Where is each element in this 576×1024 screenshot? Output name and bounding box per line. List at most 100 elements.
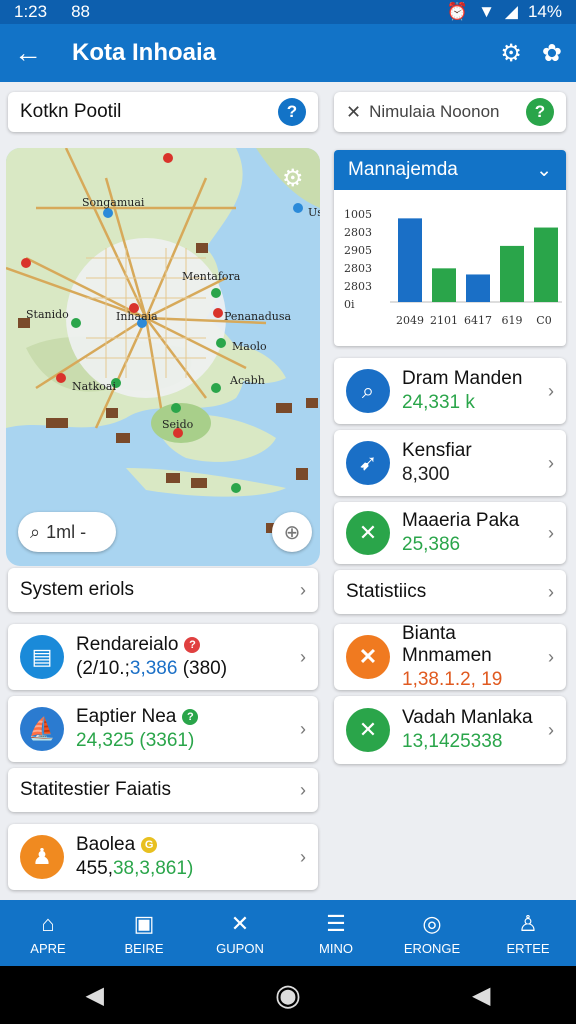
tools-icon: ✕ [346,708,390,752]
item-title: Baolea [76,834,136,855]
map-settings-icon[interactable]: ⚙ [282,164,304,193]
nav-label: ERONGE [403,940,461,956]
gear-icon[interactable]: ✿ [542,39,562,68]
compass-icon: ◎ [422,910,442,936]
chevron-right-icon: › [548,380,554,401]
map-search-button[interactable]: ⌕ 1ml - [18,512,116,552]
list-item[interactable]: ▤ Rendareialo ? (2/10.;3,386 (380) › [8,624,318,690]
app-bar: ← Kota Inhoaia ⚙ ✿ [0,24,576,82]
x-tick-label: 2101 [430,314,458,327]
page-title: Kota Inhoaia [72,39,217,66]
item-value: 24,331 k [402,392,475,413]
item-value-part: (2/10.; [76,658,130,679]
y-tick-label: 2905 [344,244,372,257]
back-arrow-icon[interactable]: ← [14,37,54,69]
statistics-label: Statistiics [346,581,427,602]
compass-icon: ➹ [346,441,390,485]
bottom-navigation: ⌂ APRE ▣ BEIRE ✕ GUPON ☰ MINO ◎ ERONGE ♙… [0,900,576,966]
nav-label: MINO [319,940,353,956]
nav-label: BEIRE [124,940,164,956]
boat-icon: ⛵ [20,707,64,751]
list-icon: ☰ [326,910,346,936]
x-tick-label: 2049 [396,314,424,327]
list-item[interactable]: ✕ Bianta Mnmamen 1,38.1.2, 19 › [334,623,566,690]
item-title: Rendareialo [76,634,179,655]
list-item[interactable]: ♟ Baolea G 455,38,3,861) › [8,824,318,890]
item-value-part: 38,3,861) [112,858,194,879]
location-search-field[interactable]: Kotkn Pootil ? [8,92,318,132]
chart-title: Mannajemda [348,159,458,180]
nav-label: APRE [30,940,66,956]
item-title: Bianta Mnmamen [402,623,492,666]
map-canvas [6,148,320,533]
statistics-row[interactable]: Statistiics › [334,570,566,614]
nav-label: GUPON [216,940,264,956]
system-row[interactable]: System eriols › [8,568,318,612]
item-value: 1,38.1.2, 19 [402,669,503,690]
chevron-right-icon: › [548,581,554,602]
list-item[interactable]: ✕ Vadah Manlaka 13,1425338 › [334,696,566,764]
list-item[interactable]: ➹ Kensfiar 8,300 › [334,430,566,496]
map-label: Penanadusa [224,310,292,323]
map-view[interactable]: ⚙ Songamuai Mentafora Stanido Inhaaia Pe… [6,148,320,566]
map-label: Stanido [26,308,69,321]
tools-icon: ✕ [230,910,250,936]
nav-profile[interactable]: ♙ ERTEE [480,900,576,966]
list-item[interactable]: ⛵ Eaptier Nea ? 24,325 (3361) › [8,696,318,762]
status-extra: 88 [71,2,91,21]
item-title: Vadah Manlaka [402,707,533,728]
statistics-row[interactable]: Statitestier Faiatis › [8,768,318,812]
y-tick-label: 2803 [344,262,372,275]
chart-area: 1005 2803 2905 2803 2803 0i 2049 2101 64… [334,190,566,346]
map-search-text: 1ml - [46,521,87,542]
chevron-right-icon: › [300,718,306,739]
status-time: 1:23 [14,2,48,21]
chevron-right-icon: › [300,846,306,867]
alarm-icon: ⏰ [446,2,469,21]
chart-bar [466,274,490,302]
map-label: Us [308,206,320,219]
nav-tools[interactable]: ✕ GUPON [192,900,288,966]
home-button-icon[interactable]: ◉ [275,978,301,1013]
status-bar: 1:23 88 ⏰ ▼ ◢ 14% [0,0,576,24]
chart-dropdown[interactable]: Mannajemda ⌄ [334,150,566,190]
chevron-right-icon: › [300,646,306,667]
item-title: Eaptier Nea [76,706,177,727]
recents-icon[interactable]: ◀ [472,981,490,1010]
x-tick-label: 619 [501,314,523,327]
settings-icon[interactable]: ⚙ [500,39,522,68]
help-icon[interactable]: ? [278,98,306,126]
help-icon[interactable]: ? [526,98,554,126]
pin-icon: ⌕ [346,369,390,413]
nav-home[interactable]: ⌂ APRE [0,900,96,966]
y-tick-label: 1005 [344,208,372,221]
wifi-icon: ▼ [478,2,495,21]
chevron-right-icon: › [548,522,554,543]
building-icon: ▤ [20,635,64,679]
list-item[interactable]: ⌕ Dram Manden 24,331 k › [334,358,566,424]
check-badge: ? [182,709,199,725]
nav-list[interactable]: ☰ MINO [288,900,384,966]
map-label: Maolo [232,340,267,353]
signal-icon: ◢ [504,2,518,21]
bar-chart [390,218,562,303]
location-icon[interactable]: ⊕ [272,512,312,552]
item-value: 24,325 (3361) [76,730,195,751]
chevron-right-icon: › [300,779,306,800]
item-title: Kensfiar [402,440,472,461]
nav-device[interactable]: ▣ BEIRE [96,900,192,966]
secondary-search-field[interactable]: ✕ Nimulaia Noonon ? [334,92,566,132]
chart-bar [534,227,558,302]
item-title: Dram Manden [402,368,523,389]
chart-bar [500,245,524,302]
item-value-part: (380) [182,658,228,679]
list-item[interactable]: ✕ Maaeria Paka 25,386 › [334,502,566,564]
y-tick-label: 2803 [344,280,372,293]
back-icon[interactable]: ◀ [85,981,103,1010]
person-icon: ♟ [20,835,64,879]
coin-badge: G [141,837,158,853]
close-icon: ✕ [346,635,390,679]
map-label: Natkoai [72,380,116,393]
nav-compass[interactable]: ◎ ERONGE [384,900,480,966]
x-tick-label: C0 [536,314,552,327]
